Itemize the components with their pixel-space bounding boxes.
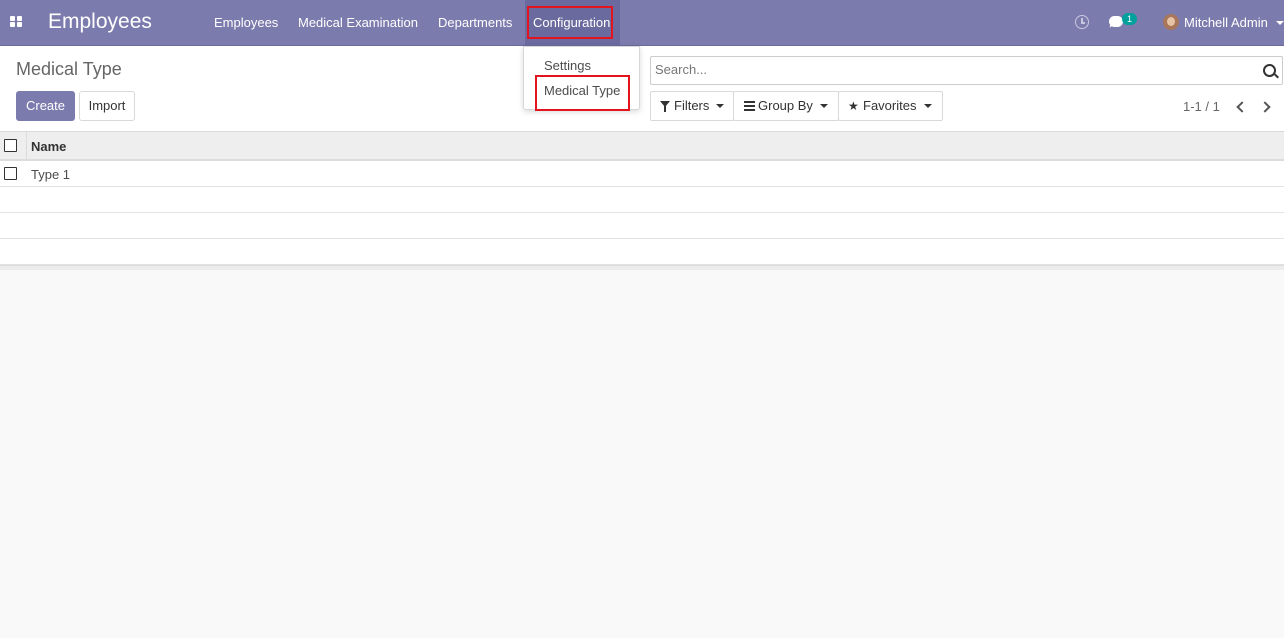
chevron-right-icon <box>1259 101 1271 113</box>
select-all-checkbox[interactable] <box>4 139 17 152</box>
user-avatar[interactable] <box>1163 14 1179 30</box>
import-button[interactable]: Import <box>79 91 135 121</box>
user-menu-name[interactable]: Mitchell Admin <box>1184 15 1268 30</box>
search-box <box>650 56 1283 85</box>
chevron-down-icon <box>820 104 828 108</box>
row-checkbox[interactable] <box>4 167 17 180</box>
messaging-chat-icon[interactable] <box>1109 16 1123 27</box>
notification-badge: 1 <box>1122 13 1137 25</box>
medical-type-highlight-box <box>535 75 630 111</box>
activity-clock-icon[interactable] <box>1075 15 1089 29</box>
empty-row <box>0 187 1284 213</box>
table-row[interactable]: Type 1 <box>0 161 1284 187</box>
configuration-dropdown: Settings Medical Type <box>523 46 640 111</box>
filter-funnel-icon <box>660 101 670 112</box>
dropdown-item-settings[interactable]: Settings <box>544 58 591 73</box>
list-footer <box>0 265 1284 270</box>
column-header-name[interactable]: Name <box>31 139 66 154</box>
pager-value[interactable]: 1-1 / 1 <box>1183 99 1220 114</box>
filters-label: Filters <box>674 98 710 113</box>
chevron-left-icon <box>1236 101 1248 113</box>
header-checkbox-cell <box>0 132 27 161</box>
group-by-bars-icon <box>744 101 755 111</box>
create-button[interactable]: Create <box>16 91 75 121</box>
group-by-button[interactable]: Group By <box>733 91 839 121</box>
pager-next-button[interactable] <box>1259 100 1274 114</box>
menu-employees[interactable]: Employees <box>214 15 278 30</box>
apps-grid-icon[interactable] <box>10 16 23 28</box>
favorites-label: Favorites <box>863 98 917 113</box>
page-title: Medical Type <box>16 59 122 79</box>
group-by-label: Group By <box>758 98 813 113</box>
menu-medical-examination[interactable]: Medical Examination <box>298 15 418 30</box>
favorites-button[interactable]: ★ Favorites <box>838 91 943 121</box>
user-menu-caret-icon[interactable] <box>1276 21 1284 25</box>
chevron-down-icon <box>924 104 932 108</box>
chevron-down-icon <box>716 104 724 108</box>
empty-row <box>0 239 1284 265</box>
list-header: Name <box>0 132 1284 161</box>
list-view: Name Type 1 <box>0 132 1284 270</box>
empty-row <box>0 213 1284 239</box>
cell-name[interactable]: Type 1 <box>31 167 70 182</box>
pager-previous-button[interactable] <box>1233 100 1248 114</box>
search-input[interactable] <box>655 62 1245 77</box>
top-navbar: Employees Employees Medical Examination … <box>0 0 1284 46</box>
filters-button[interactable]: Filters <box>650 91 734 121</box>
app-name: Employees <box>48 10 152 33</box>
search-icon[interactable] <box>1263 64 1276 77</box>
configuration-highlight-box <box>527 6 613 39</box>
menu-departments[interactable]: Departments <box>438 15 512 30</box>
control-panel: Medical Type Create Import Filters Group… <box>0 46 1284 132</box>
star-icon: ★ <box>848 99 859 113</box>
